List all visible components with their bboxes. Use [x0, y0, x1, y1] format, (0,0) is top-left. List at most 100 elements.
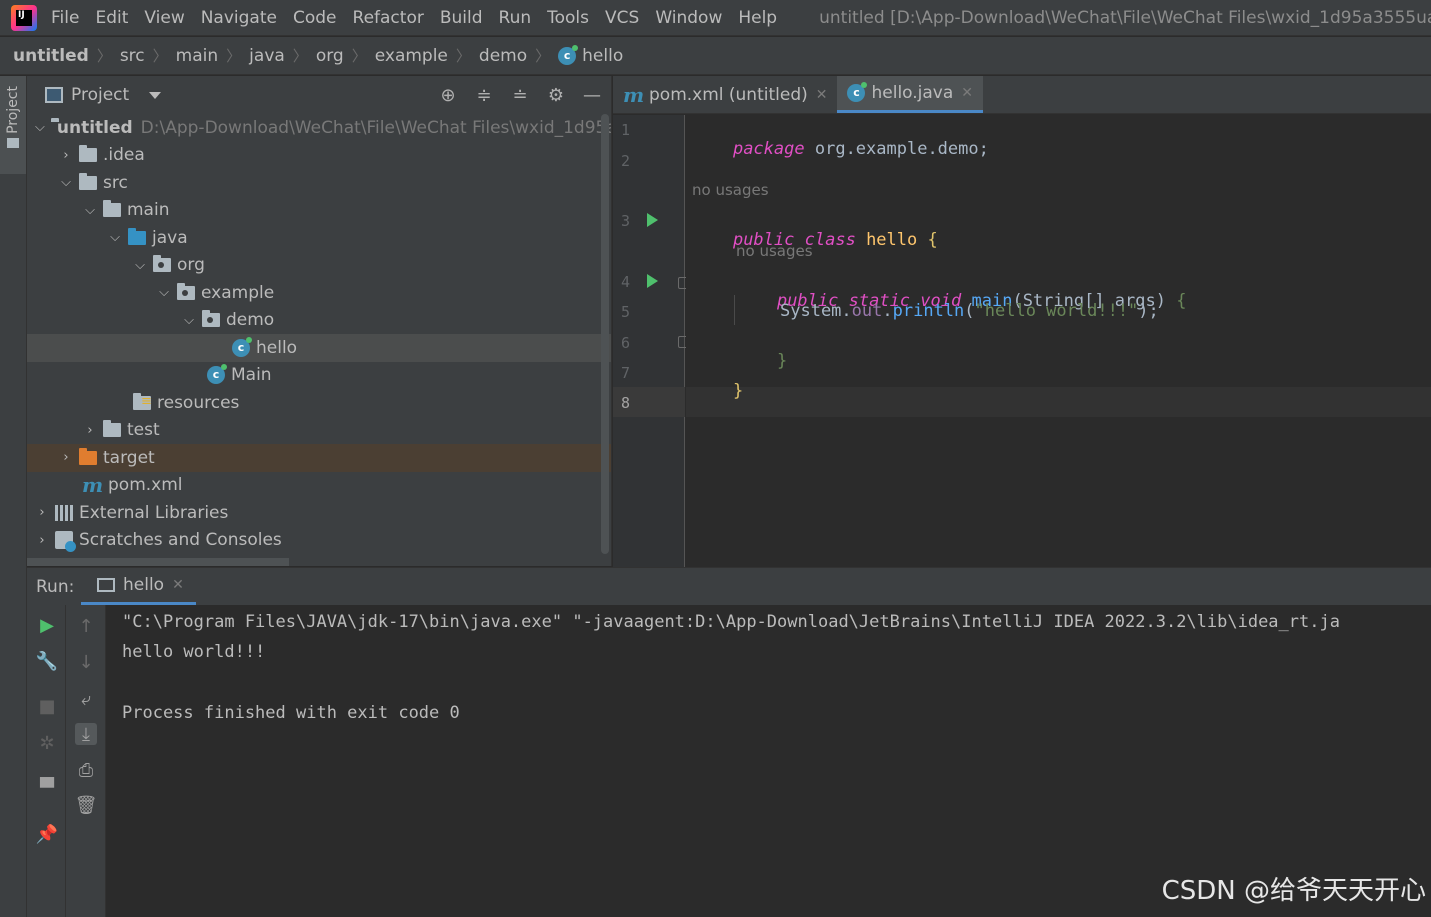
chevron-down-icon[interactable]: ⌵ — [108, 230, 122, 245]
locate-icon[interactable]: ⊕ — [437, 84, 459, 106]
chevron-right-icon[interactable]: › — [35, 505, 49, 520]
menu-window[interactable]: Window — [655, 8, 722, 28]
project-panel: Project ⊕ ≑ ≐ ⚙ — ⌵ untitled D:\App-Down… — [27, 76, 612, 566]
run-tab-hello[interactable]: hello ✕ — [81, 568, 196, 605]
tree-item-main[interactable]: ⌵ main — [27, 197, 611, 225]
code-line-6: } — [736, 331, 787, 391]
chevron-right-icon[interactable]: › — [35, 533, 49, 548]
maven-icon: m — [623, 82, 645, 107]
soft-wrap-icon[interactable]: ⤶ — [75, 688, 97, 710]
usages-hint[interactable]: no usages — [736, 242, 813, 260]
chevron-down-icon[interactable]: ⌵ — [59, 175, 73, 190]
menu-vcs[interactable]: VCS — [605, 8, 639, 28]
tree-item-label: External Libraries — [79, 502, 229, 523]
run-method-icon[interactable] — [647, 274, 658, 288]
menu-refactor[interactable]: Refactor — [353, 8, 424, 28]
brace: { — [927, 230, 938, 250]
breadcrumb-item-hello[interactable]: c hello — [558, 44, 623, 66]
package-icon — [153, 255, 171, 273]
editor-tab-bar: m pom.xml (untitled) ✕ c hello.java ✕ — [613, 76, 1431, 114]
collapse-all-icon[interactable]: ≐ — [509, 84, 531, 106]
paren: ); — [1138, 301, 1159, 321]
expand-all-icon[interactable]: ≑ — [473, 84, 495, 106]
chevron-right-icon[interactable]: › — [83, 423, 97, 438]
code-editor[interactable]: package org.example.demo; no usages publ… — [686, 115, 1431, 567]
tree-item-idea[interactable]: › .idea — [27, 142, 611, 170]
vertical-scrollbar[interactable] — [601, 114, 609, 554]
breadcrumb-item-example[interactable]: example — [375, 46, 448, 66]
tree-item-pom[interactable]: m pom.xml — [27, 472, 611, 500]
tree-item-resources[interactable]: resources — [27, 389, 611, 417]
tree-item-main-class[interactable]: c Main — [27, 362, 611, 390]
print-icon[interactable]: ⎙ — [75, 759, 97, 781]
close-icon[interactable]: ✕ — [816, 87, 828, 103]
usages-hint[interactable]: no usages — [692, 181, 769, 199]
tree-item-scratches[interactable]: › Scratches and Consoles — [27, 527, 611, 555]
run-class-icon[interactable] — [647, 213, 658, 227]
tree-item-demo[interactable]: ⌵ demo — [27, 307, 611, 335]
tab-pom-xml[interactable]: m pom.xml (untitled) ✕ — [613, 76, 837, 113]
chevron-down-icon[interactable]: ⌵ — [83, 203, 97, 218]
project-view-selector[interactable]: Project — [71, 85, 129, 105]
wrench-icon[interactable]: 🔧 — [36, 650, 58, 672]
tree-item-java[interactable]: ⌵ java — [27, 224, 611, 252]
chevron-down-icon[interactable]: ⌵ — [133, 258, 147, 273]
code-line-3: public class hello { — [692, 210, 938, 270]
menu-code[interactable]: Code — [293, 8, 337, 28]
chevron-down-icon[interactable]: ⌵ — [157, 285, 171, 300]
line-number: 7 — [621, 364, 631, 382]
hide-icon[interactable]: — — [581, 84, 603, 106]
brace: } — [732, 381, 744, 401]
tree-item-example[interactable]: ⌵ example — [27, 279, 611, 307]
chevron-right-icon[interactable]: › — [59, 148, 73, 163]
watermark: CSDN @给爷天天开心 — [1161, 876, 1426, 906]
tree-item-org[interactable]: ⌵ org — [27, 252, 611, 280]
tree-item-label: untitled — [56, 117, 133, 138]
close-icon[interactable]: ✕ — [961, 85, 973, 101]
menu-help[interactable]: Help — [738, 8, 777, 28]
pin-icon[interactable]: 📌 — [36, 823, 58, 845]
horizontal-scrollbar[interactable] — [27, 558, 289, 566]
chevron-down-icon[interactable] — [149, 91, 162, 99]
project-tool-window-button[interactable]: Project — [0, 76, 26, 174]
breadcrumb-item-demo[interactable]: demo — [479, 46, 527, 66]
tree-item-label: pom.xml — [108, 475, 183, 496]
tab-hello-java[interactable]: c hello.java ✕ — [837, 76, 984, 113]
tree-item-hello[interactable]: c hello — [27, 334, 611, 362]
menu-tools[interactable]: Tools — [547, 8, 589, 28]
menu-file[interactable]: File — [51, 8, 79, 28]
chevron-right-icon[interactable]: › — [59, 450, 73, 465]
window-title: untitled [D:\App-Download\WeChat\File\We… — [819, 7, 1431, 28]
trash-icon[interactable]: 🗑 — [75, 794, 98, 816]
tree-item-test[interactable]: › test — [27, 417, 611, 445]
scroll-to-end-icon[interactable]: ⤓ — [75, 723, 97, 745]
editor-gutter[interactable]: 1 2 3 4 5 6 7 8 — [613, 115, 690, 567]
rerun-icon[interactable]: ▶ — [36, 614, 58, 636]
tree-item-external-libraries[interactable]: › External Libraries — [27, 499, 611, 527]
breadcrumb-item-java[interactable]: java — [249, 46, 285, 66]
arrow-down-icon[interactable]: ↓ — [75, 651, 97, 673]
layout-icon[interactable]: ▀ — [36, 777, 58, 799]
debug-icon[interactable]: ✲ — [36, 732, 58, 754]
menu-run[interactable]: Run — [499, 8, 532, 28]
stop-icon[interactable]: ■ — [36, 695, 58, 717]
menu-edit[interactable]: Edit — [95, 8, 128, 28]
breadcrumb-item-org[interactable]: org — [316, 46, 344, 66]
gear-icon[interactable]: ⚙ — [545, 84, 567, 106]
breadcrumb-item-untitled[interactable]: untitled — [13, 46, 89, 66]
breadcrumb-item-src[interactable]: src — [120, 46, 145, 66]
menu-build[interactable]: Build — [440, 8, 483, 28]
tree-item-target[interactable]: › target — [27, 444, 611, 472]
close-icon[interactable]: ✕ — [172, 577, 184, 593]
breadcrumb-item-main[interactable]: main — [176, 46, 218, 66]
arrow-up-icon[interactable]: ↑ — [75, 615, 97, 637]
menu-navigate[interactable]: Navigate — [201, 8, 277, 28]
folder-icon — [79, 172, 97, 190]
menu-view[interactable]: View — [144, 8, 184, 28]
tree-item-src[interactable]: ⌵ src — [27, 169, 611, 197]
package-name: org.example.demo; — [814, 139, 989, 159]
chevron-down-icon[interactable]: ⌵ — [35, 120, 45, 135]
chevron-down-icon[interactable]: ⌵ — [182, 313, 196, 328]
tree-item-untitled[interactable]: ⌵ untitled D:\App-Download\WeChat\File\W… — [27, 114, 611, 142]
tree-item-label: test — [127, 420, 160, 441]
